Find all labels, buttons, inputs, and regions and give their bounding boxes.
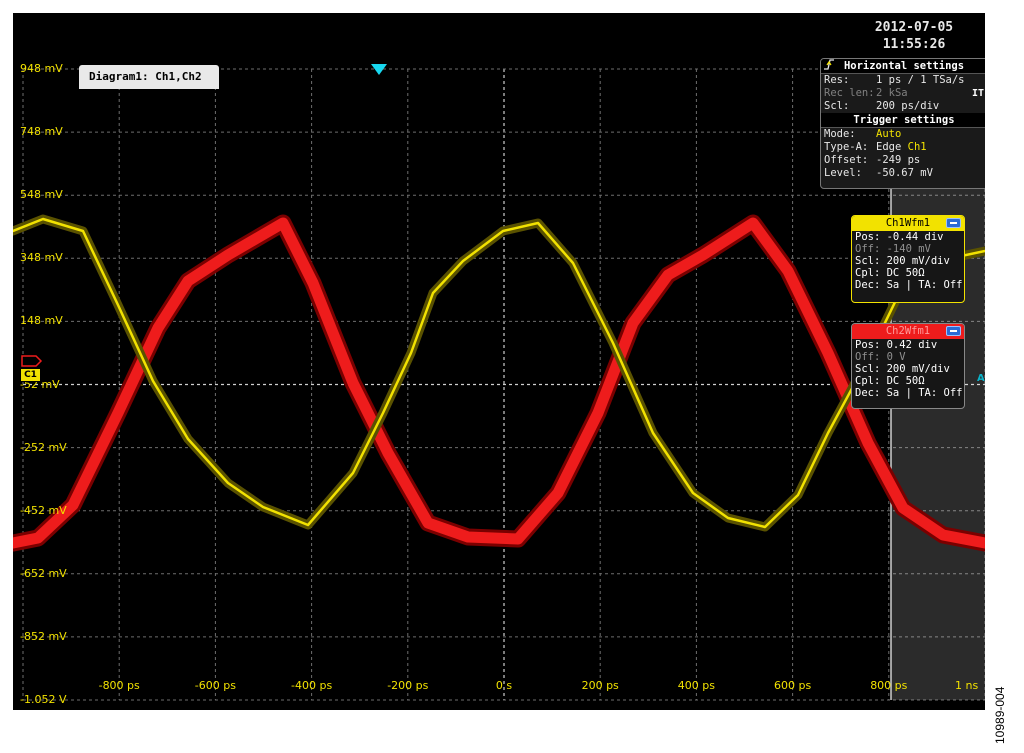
- ch1-minimize-button[interactable]: [946, 218, 961, 228]
- x-tick-label: 1 ns: [955, 679, 979, 692]
- y-tick-label: 948 mV: [20, 62, 63, 75]
- x-tick-label: -400 ps: [291, 679, 333, 692]
- date: 2012-07-05: [874, 20, 954, 35]
- x-tick-label: 800 ps: [870, 679, 908, 692]
- horizontal-settings-header: Horizontal settings: [821, 59, 985, 74]
- x-tick-label: -800 ps: [98, 679, 140, 692]
- res-row: Res: 1 ps / 1 TSa/s: [824, 74, 965, 86]
- trigger-settings-header: Trigger settings: [821, 113, 985, 128]
- ch2-signal-title: Ch2Wfm1: [852, 324, 964, 339]
- x-tick-label: -200 ps: [387, 679, 429, 692]
- y-tick-label: -252 mV: [20, 440, 67, 454]
- ch2-off: Off: 0 V: [855, 351, 906, 363]
- ch1-offset-marker[interactable]: C1: [20, 355, 46, 382]
- x-tick-label: 400 ps: [677, 679, 715, 692]
- ch2-pos: Pos: 0.42 div: [855, 339, 938, 351]
- scale-row: Scl: 200 ps/div: [824, 100, 940, 112]
- y-tick-label: -1.052 V: [20, 693, 67, 706]
- rising-edge-icon: [824, 59, 834, 70]
- ch2-signal-box[interactable]: Ch2Wfm1 Pos: 0.42 div Off: 0 V Scl: 200 …: [851, 323, 965, 409]
- ch1-off: Off: -140 mV: [855, 243, 931, 255]
- settings-panel[interactable]: Horizontal settings Res: 1 ps / 1 TSa/s R…: [820, 58, 985, 189]
- ch1-scl: Scl: 200 mV/div: [855, 255, 950, 267]
- ch2-dec: Dec: Sa | TA: Off: [855, 387, 963, 399]
- y-tick-label: -452 mV: [20, 503, 67, 517]
- level-row: Level: -50.67 mV: [824, 167, 933, 179]
- ch2-minimize-button[interactable]: [946, 326, 961, 336]
- ch1-marker-label: C1: [20, 368, 41, 382]
- ch1-signal-title: Ch1Wfm1: [852, 216, 964, 231]
- offset-row: Offset: -249 ps: [824, 154, 921, 166]
- y-tick-label: -852 mV: [20, 629, 67, 643]
- ch1-signal-box[interactable]: Ch1Wfm1 Pos: -0.44 div Off: -140 mV Scl:…: [851, 215, 965, 303]
- ch2-offset-marker[interactable]: [20, 355, 46, 369]
- x-tick-label: 200 ps: [581, 679, 619, 692]
- ch1-cpl: Cpl: DC 50Ω: [855, 267, 925, 279]
- ch2-scl: Scl: 200 mV/div: [855, 363, 950, 375]
- x-tick-label: -600 ps: [194, 679, 236, 692]
- it-label: IT: [972, 88, 985, 99]
- y-tick-label: 348 mV: [20, 251, 63, 265]
- type-row: Type-A: Edge Ch1: [821, 59, 985, 154]
- trigger-position-marker[interactable]: [371, 64, 387, 75]
- y-tick-label: 548 mV: [20, 188, 63, 202]
- y-tick-label: -652 mV: [20, 566, 67, 580]
- y-tick-label: 748 mV: [20, 125, 63, 139]
- ch2-cpl: Cpl: DC 50Ω: [855, 375, 925, 387]
- oscilloscope-display: 948 mV 748 mV 548 mV 348 mV 148 mV -52 mV -252…: [13, 13, 985, 710]
- figure-id: 10989-004: [993, 686, 1007, 744]
- ch1-pos: Pos: -0.44 div: [855, 231, 944, 243]
- a-marker-label: A: [977, 373, 985, 384]
- y-tick-label: 148 mV: [20, 314, 63, 328]
- date-time: 2012-07-05 11:55:26: [839, 19, 985, 53]
- time: 11:55:26: [882, 37, 946, 52]
- rec-len-row: Rec len:2 kSa: [824, 87, 908, 99]
- mode-row: Mode: Auto: [824, 128, 902, 140]
- x-tick-label: 0 s: [495, 679, 513, 692]
- ch1-dec: Dec: Sa | TA: Off: [855, 279, 963, 291]
- x-tick-label: 600 ps: [773, 679, 812, 692]
- diagram-tab[interactable]: Diagram1: Ch1,Ch2: [79, 65, 219, 89]
